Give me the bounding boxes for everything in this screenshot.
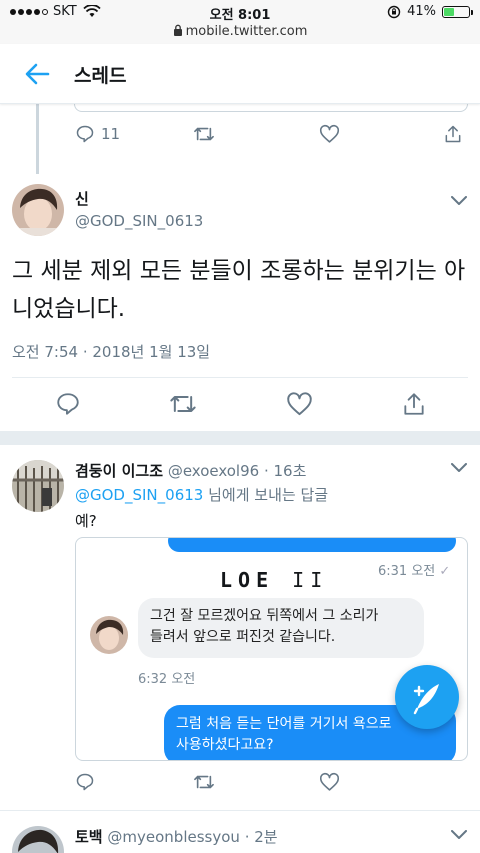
compose-tweet-button[interactable] <box>395 665 459 729</box>
status-bar: SKT 오전 8:01 41% mobile.twitter.com <box>0 0 480 44</box>
reply-tweet-actions <box>75 772 468 792</box>
quoted-tweet-card[interactable] <box>74 104 468 112</box>
section-gap <box>0 431 480 445</box>
tweet-actions <box>55 391 427 417</box>
lock-icon <box>173 24 182 36</box>
chat-avatar <box>90 616 128 654</box>
replying-to-label: 님에게 보내는 답글 <box>208 486 329 504</box>
like-button[interactable] <box>286 391 313 417</box>
retweet-icon <box>194 775 214 789</box>
battery-icon <box>442 5 473 18</box>
author-handle[interactable]: @GOD_SIN_0613 <box>75 212 203 230</box>
chevron-down-icon[interactable] <box>451 196 467 206</box>
divider <box>12 377 468 378</box>
like-button[interactable] <box>319 124 443 144</box>
chevron-down-icon[interactable] <box>451 830 467 840</box>
retweet-button[interactable] <box>193 772 319 792</box>
battery-percent: 41% <box>407 4 436 19</box>
mention-link[interactable]: @GOD_SIN_0613 <box>75 486 203 504</box>
avatar-image <box>12 184 64 236</box>
thread-header: 스레드 <box>0 44 480 104</box>
tweet-text-line: 니었습니다. <box>12 296 126 322</box>
retweet-icon <box>170 396 196 412</box>
compose-icon <box>413 684 439 715</box>
reply-icon <box>76 773 94 791</box>
author-name[interactable]: 겸둥이 이그조 <box>75 462 163 480</box>
author-handle[interactable]: @exoexol96 <box>168 462 259 480</box>
avatar[interactable] <box>12 460 64 512</box>
author-name[interactable]: 토백 <box>75 828 103 846</box>
address-bar[interactable]: mobile.twitter.com <box>0 24 480 39</box>
chat-time: 6:31 오전 ✓ <box>378 564 451 579</box>
tweet-text: 예? <box>75 512 97 530</box>
chevron-down-icon[interactable] <box>451 463 467 473</box>
retweet-button[interactable] <box>193 124 319 144</box>
thread-connector-line <box>36 104 39 174</box>
rotation-lock-icon <box>387 5 401 18</box>
replying-to: @GOD_SIN_0613 님에게 보내는 답글 <box>75 484 328 505</box>
like-icon <box>319 772 340 791</box>
chat-time: 6:32 오전 <box>138 672 196 687</box>
reply-count: 11 <box>101 125 121 143</box>
author-name[interactable]: 신 <box>75 188 89 209</box>
reply-button[interactable] <box>75 772 193 792</box>
avatar[interactable] <box>12 826 64 853</box>
retweet-icon <box>194 127 214 141</box>
retweet-button[interactable] <box>169 391 197 417</box>
chat-bubble-incoming: 그건 잘 모르겠어요 뒤쪽에서 그 소리가 들려서 앞으로 퍼진것 같습니다. <box>138 598 424 658</box>
divider <box>0 810 480 811</box>
reply-button[interactable]: 11 <box>75 124 193 144</box>
share-button[interactable] <box>443 124 463 144</box>
back-arrow-icon[interactable] <box>24 62 50 86</box>
tweet-text-line: 그 세분 제외 모든 분들이 조롱하는 분위기는 아 <box>12 258 466 284</box>
chat-bubble-outgoing <box>168 538 456 552</box>
next-author-row: 토백 @myeonblessyou · 2분 <box>75 826 278 847</box>
share-button[interactable] <box>401 391 427 417</box>
like-icon <box>286 392 312 416</box>
author-handle[interactable]: @myeonblessyou <box>107 828 240 846</box>
tweet-timestamp: 오전 7:54 · 2018년 1월 13일 <box>12 343 211 361</box>
chat-header-title: LOE II <box>220 568 329 592</box>
reply-icon <box>57 393 79 415</box>
reply-author-row: 겸둥이 이그조 @exoexol96 · 16초 <box>75 460 306 481</box>
prev-tweet-actions: 11 <box>75 124 468 144</box>
page-title: 스레드 <box>74 65 127 87</box>
tweet-time: · 2분 <box>244 828 278 846</box>
reply-icon <box>76 125 94 143</box>
tweet-time: · 16초 <box>263 462 307 480</box>
share-icon <box>445 125 461 143</box>
tweet-text: 그 세분 제외 모든 분들이 조롱하는 분위기는 아 니었습니다. <box>12 252 468 328</box>
screen: SKT 오전 8:01 41% mobile.twitter.com 스레드 1… <box>0 0 480 853</box>
avatar-image <box>12 460 64 512</box>
avatar-image <box>12 826 64 853</box>
like-button[interactable] <box>319 772 443 792</box>
like-icon <box>319 124 340 143</box>
avatar[interactable] <box>12 184 64 236</box>
reply-button[interactable] <box>55 391 81 417</box>
share-icon <box>404 393 424 415</box>
url-text: mobile.twitter.com <box>185 24 308 39</box>
